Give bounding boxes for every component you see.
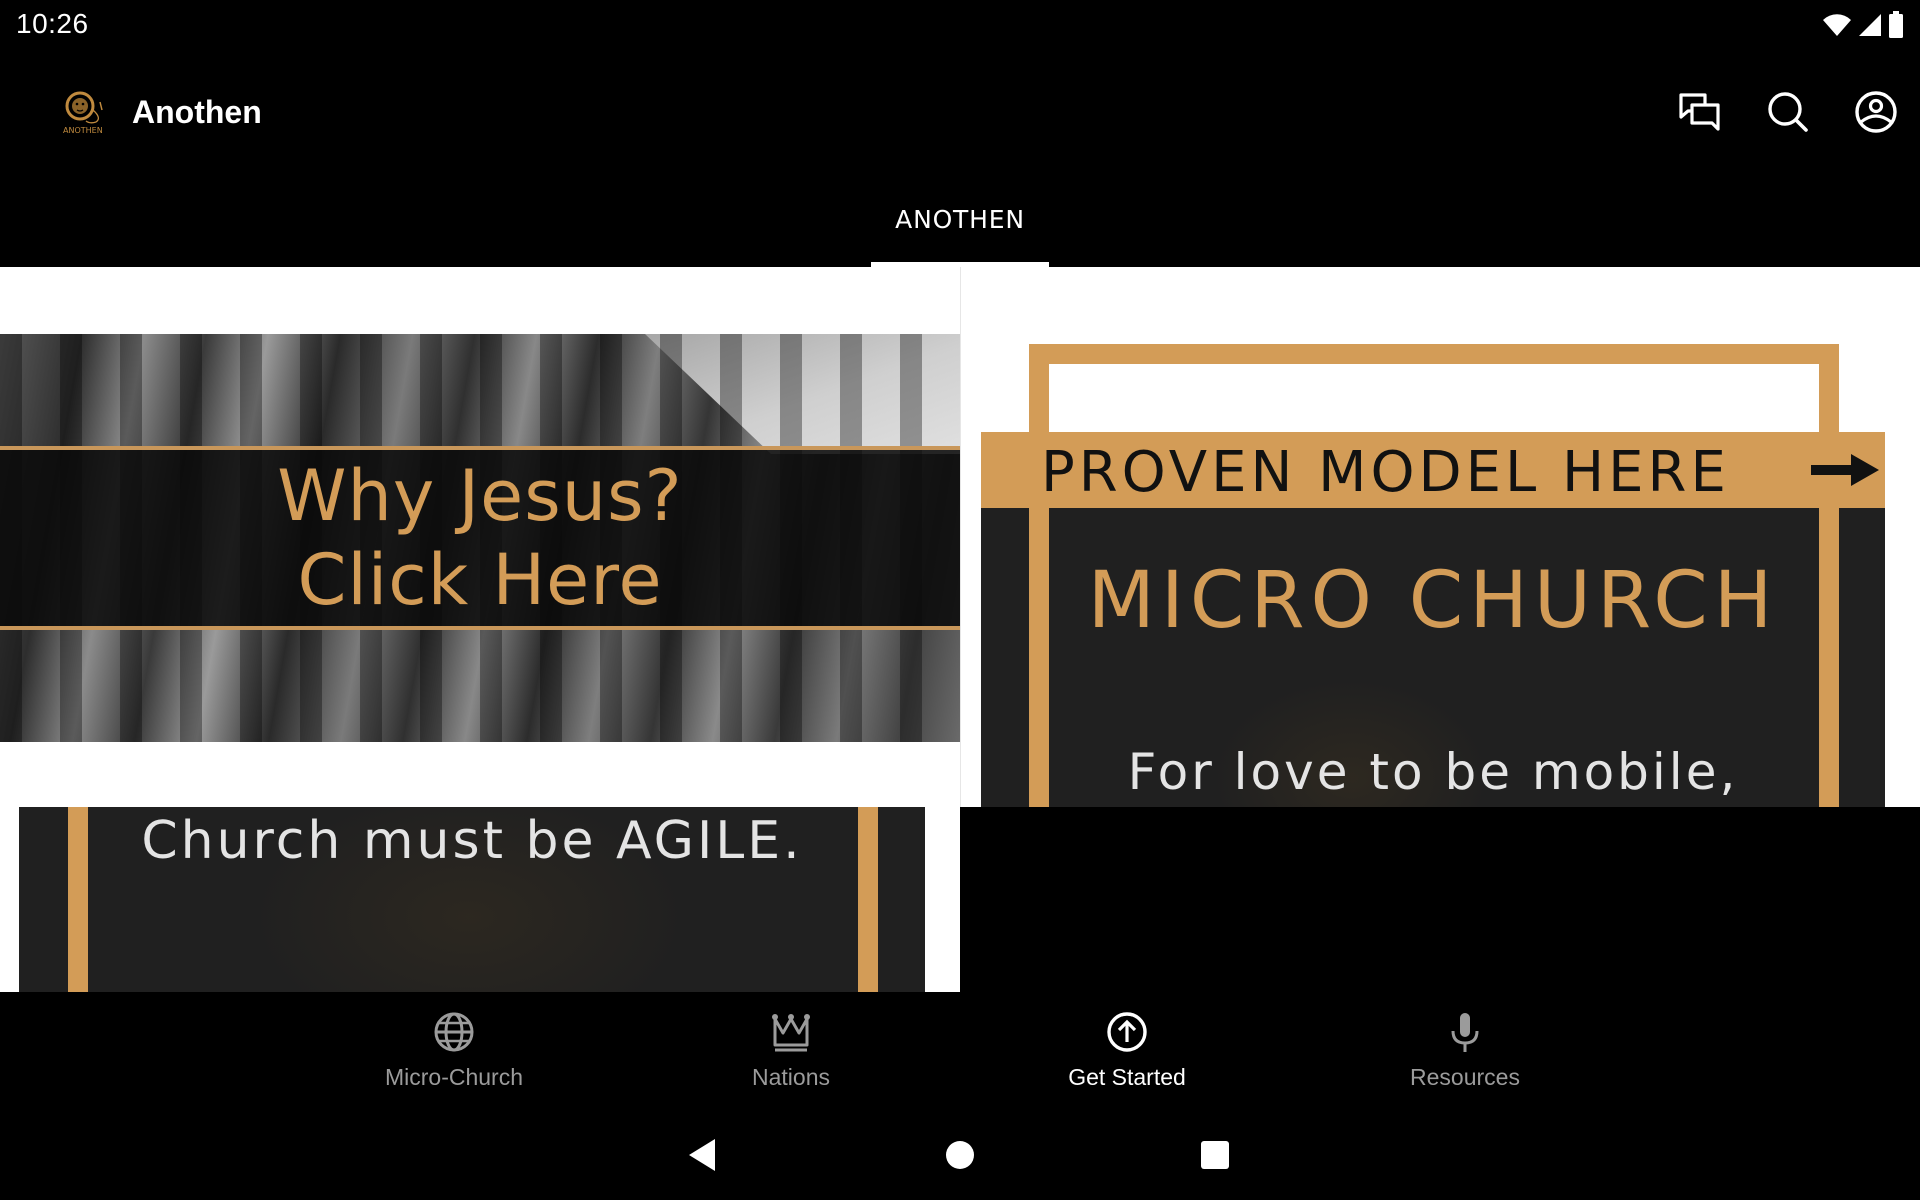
status-icons	[1822, 10, 1904, 40]
gold-frame-top	[1029, 344, 1839, 364]
system-back-button[interactable]	[672, 1130, 732, 1180]
micro-church-subtitle: For love to be mobile,	[1127, 743, 1739, 801]
arrow-right-icon	[1811, 452, 1881, 493]
content-column-right: PROVEN MODEL HERE MICRO CHURCH For love …	[960, 267, 1920, 807]
nav-label: Get Started	[1068, 1064, 1186, 1090]
tab-bar: ANOTHEN	[0, 172, 1920, 267]
system-home-button[interactable]	[930, 1130, 990, 1180]
why-jesus-banner[interactable]: Why Jesus? Click Here	[0, 334, 960, 742]
gold-frame-right-upper	[1819, 344, 1839, 436]
proven-model-band: PROVEN MODEL HERE	[981, 432, 1885, 508]
bottom-navigation: Micro-Church Nations Get Started Resourc…	[0, 992, 1920, 1110]
status-bar: 10:26	[0, 0, 1920, 52]
chat-button[interactable]	[1656, 82, 1744, 142]
search-button[interactable]	[1744, 82, 1832, 142]
nav-label: Resources	[1410, 1064, 1520, 1090]
content-column-left: Why Jesus? Click Here Church must be AGI…	[0, 267, 960, 992]
nav-item-resources[interactable]: Resources	[1325, 992, 1605, 1110]
svg-text:ANOTHEN: ANOTHEN	[63, 126, 103, 135]
system-recents-button[interactable]	[1185, 1130, 1245, 1180]
battery-icon	[1888, 11, 1904, 39]
agile-card-text: Church must be AGILE.	[141, 811, 803, 871]
lion-logo-icon: ANOTHEN	[63, 91, 103, 135]
banner-line-1: Why Jesus?	[277, 455, 683, 537]
tab-anothen[interactable]: ANOTHEN	[871, 172, 1049, 267]
account-circle-icon	[1855, 91, 1897, 133]
search-icon	[1768, 92, 1808, 132]
banner-line-2: Click Here	[297, 539, 663, 621]
app-bar: ANOTHEN Anothen	[0, 52, 1920, 172]
app-actions	[1656, 82, 1920, 142]
nav-label: Micro-Church	[384, 1064, 524, 1090]
micro-church-body: MICRO CHURCH For love to be mobile,	[981, 508, 1885, 807]
recents-square-icon	[1201, 1141, 1229, 1169]
micro-church-title: MICRO CHURCH	[1087, 556, 1779, 646]
app-logo: ANOTHEN	[60, 88, 108, 136]
content-grid: Why Jesus? Click Here Church must be AGI…	[0, 267, 1920, 992]
gold-frame-left-upper	[1029, 344, 1049, 436]
arrow-up-circle-icon	[1106, 1010, 1148, 1054]
cellular-signal-icon	[1858, 12, 1882, 38]
micro-church-card[interactable]: PROVEN MODEL HERE MICRO CHURCH For love …	[981, 267, 1885, 807]
tab-label: ANOTHEN	[895, 205, 1025, 234]
status-time: 10:26	[16, 8, 89, 39]
nav-label: Nations	[752, 1064, 830, 1090]
wifi-icon	[1822, 12, 1852, 38]
nav-item-nations[interactable]: Nations	[651, 992, 931, 1110]
microphone-icon	[1444, 1010, 1486, 1054]
proven-model-text: PROVEN MODEL HERE	[1041, 440, 1730, 505]
account-button[interactable]	[1832, 82, 1920, 142]
app-title: Anothen	[132, 94, 262, 130]
agile-church-card[interactable]: Church must be AGILE.	[19, 807, 925, 992]
home-circle-icon	[946, 1141, 974, 1169]
back-triangle-icon	[689, 1139, 715, 1171]
system-navigation-bar	[0, 1110, 1920, 1200]
globe-icon	[433, 1010, 475, 1054]
nav-item-get-started[interactable]: Get Started	[987, 992, 1267, 1110]
nav-item-micro-church[interactable]: Micro-Church	[314, 992, 594, 1110]
crown-icon	[770, 1010, 812, 1054]
banner-text-band: Why Jesus? Click Here	[0, 446, 960, 630]
chat-bubbles-icon	[1679, 93, 1720, 131]
